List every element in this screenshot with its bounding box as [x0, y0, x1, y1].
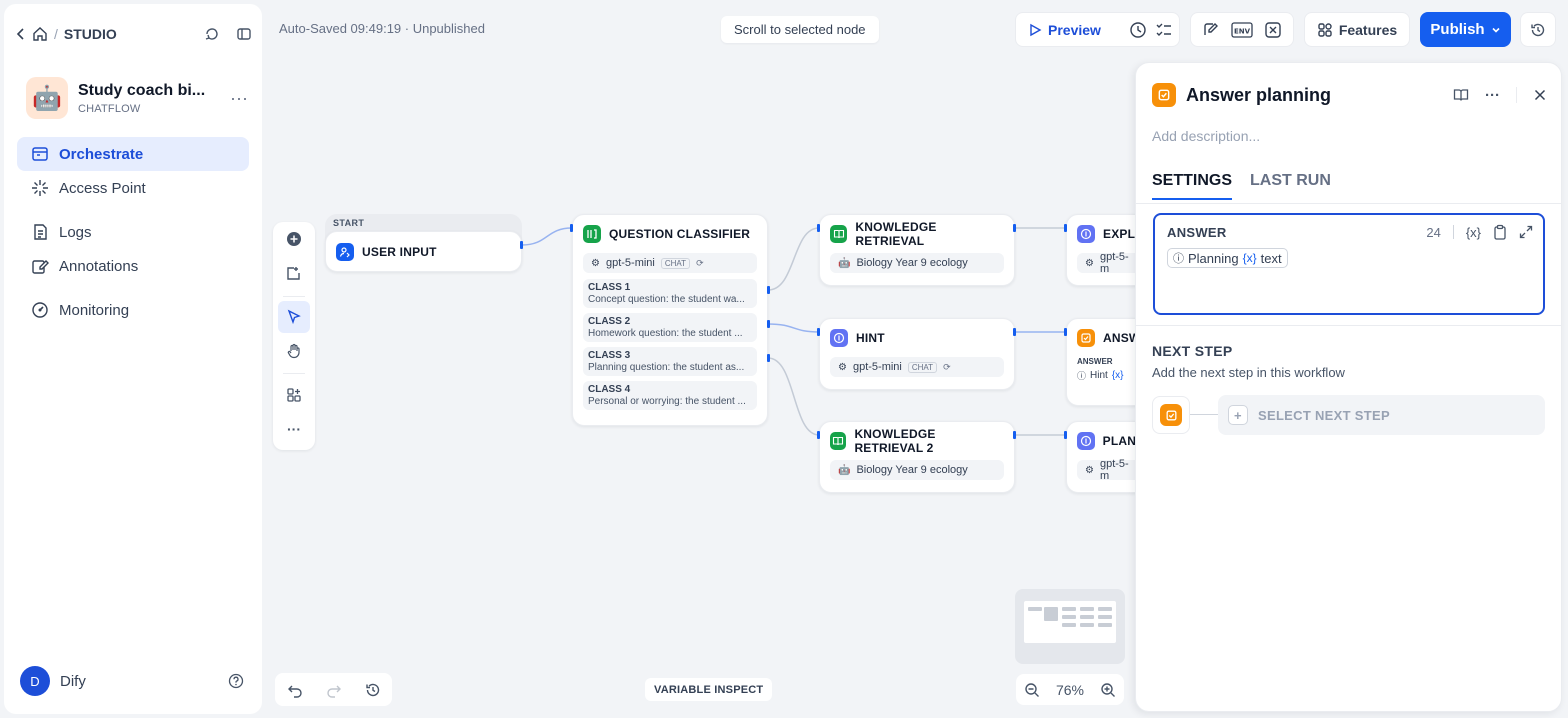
dataset-chip: 🤖 Biology Year 9 ecology [830, 253, 1004, 273]
model-settings-icon: ⟳ [696, 257, 704, 268]
model-name: gpt-5-mini [605, 257, 655, 269]
question-classifier-node[interactable]: QUESTION CLASSIFIER ⚙ gpt-5-mini CHAT ⟳ … [572, 214, 768, 426]
class-item: CLASS 2 Homework question: the student .… [583, 313, 757, 342]
knowledge-retrieval-node[interactable]: KNOWLEDGE RETRIEVAL 🤖 Biology Year 9 eco… [819, 214, 1015, 286]
panel-tabs: SETTINGS LAST RUN [1152, 172, 1331, 200]
plus-icon: + [1228, 405, 1248, 425]
node-title: KNOWLEDGE RETRIEVAL [855, 220, 937, 248]
dataset-chip: 🤖 Biology Year 9 ecology [830, 460, 1004, 480]
llm-icon [1077, 432, 1095, 450]
model-tag: CHAT [660, 257, 691, 269]
model-name: gpt-5-m [1099, 251, 1129, 275]
answer-label: ANSWER [1167, 224, 1227, 240]
select-next-step-button[interactable]: + SELECT NEXT STEP [1218, 395, 1545, 435]
close-icon[interactable] [1533, 88, 1547, 102]
llm-icon: ⓘ [1173, 253, 1184, 265]
history-icon[interactable] [365, 682, 381, 698]
tab-settings[interactable]: SETTINGS [1152, 172, 1233, 200]
variable-node-name: Planning [1188, 250, 1239, 266]
model-chip: ⚙ gpt-5-mini CHAT ⟳ [830, 357, 1004, 377]
answer-editor[interactable]: ANSWER 24 {x} ⓘ Planning {x} text [1153, 213, 1545, 315]
classifier-icon [583, 225, 601, 243]
model-settings-icon: ⟳ [943, 361, 951, 372]
dataset-icon: 🤖 [838, 257, 851, 269]
node-title: HINT [856, 331, 885, 345]
redo-icon[interactable] [326, 682, 342, 698]
node-handle[interactable] [817, 224, 820, 232]
next-step-description: Add the next step in this workflow [1152, 365, 1345, 380]
zoom-control: 76% [1016, 674, 1124, 705]
class-item: CLASS 4 Personal or worrying: the studen… [583, 381, 757, 410]
model-tag: CHAT [907, 361, 938, 373]
minimap-viewport [1024, 601, 1116, 643]
node-handle[interactable] [817, 328, 820, 336]
zoom-level[interactable]: 76% [1056, 682, 1084, 698]
node-handle[interactable] [1013, 431, 1016, 439]
book-open-icon[interactable] [1453, 87, 1469, 103]
class-item: CLASS 1 Concept question: the student wa… [583, 279, 757, 308]
node-title: USER INPUT [362, 245, 437, 259]
node-handle[interactable] [520, 241, 523, 249]
answer-icon [1077, 329, 1095, 347]
zoom-out-icon[interactable] [1024, 682, 1040, 698]
book-icon [830, 432, 847, 450]
openai-icon: ⚙ [591, 257, 600, 269]
start-tag-label: START [333, 218, 365, 228]
undo-redo-bar [275, 673, 392, 706]
node-settings-panel: Answer planning ··· Add description... S… [1135, 62, 1562, 712]
openai-icon: ⚙ [838, 361, 847, 373]
node-title: KNOWLEDGE RETRIEVAL 2 [854, 427, 936, 455]
model-name: gpt-5-m [1099, 458, 1129, 482]
node-handle[interactable] [767, 286, 770, 294]
hint-node[interactable]: HINT ⚙ gpt-5-mini CHAT ⟳ [819, 318, 1015, 390]
user-input-icon [336, 243, 354, 261]
variable-name: text [1260, 250, 1282, 266]
node-title: QUESTION CLASSIFIER [609, 227, 751, 241]
minimap[interactable] [1015, 589, 1125, 664]
dataset-name: Biology Year 9 ecology [856, 464, 968, 476]
user-input-node[interactable]: USER INPUT [325, 231, 522, 272]
panel-title[interactable]: Answer planning [1186, 85, 1331, 106]
insert-variable-icon[interactable]: {x} [1466, 225, 1481, 240]
model-chip: ⚙ gpt-5-mini CHAT ⟳ [583, 253, 757, 273]
model-name: gpt-5-mini [852, 361, 902, 373]
next-step-title: NEXT STEP [1152, 343, 1233, 359]
class-item: CLASS 3 Planning question: the student a… [583, 347, 757, 376]
node-handle[interactable] [1013, 328, 1016, 336]
zoom-in-icon[interactable] [1100, 682, 1116, 698]
description-input[interactable]: Add description... [1152, 128, 1260, 144]
llm-icon [1077, 225, 1095, 243]
dataset-name: Biology Year 9 ecology [856, 257, 968, 269]
current-node-badge [1152, 396, 1190, 434]
undo-icon[interactable] [287, 682, 303, 698]
node-handle[interactable] [1064, 224, 1067, 232]
node-handle[interactable] [1013, 224, 1016, 232]
node-handle[interactable] [570, 224, 573, 232]
llm-icon: ⓘ [1077, 371, 1087, 381]
expand-icon[interactable] [1519, 225, 1533, 239]
openai-icon: ⚙ [1085, 464, 1094, 476]
node-handle[interactable] [767, 320, 770, 328]
panel-header: Answer planning ··· [1152, 83, 1547, 107]
openai-icon: ⚙ [1085, 257, 1094, 269]
more-icon[interactable]: ··· [1485, 87, 1500, 104]
knowledge-retrieval-2-node[interactable]: KNOWLEDGE RETRIEVAL 2 🤖 Biology Year 9 e… [819, 421, 1015, 493]
variable-icon: {x} [1242, 251, 1257, 265]
select-next-step-label: SELECT NEXT STEP [1258, 407, 1390, 423]
dataset-icon: 🤖 [838, 464, 851, 476]
node-handle[interactable] [817, 431, 820, 439]
tab-last-run[interactable]: LAST RUN [1250, 172, 1331, 200]
answer-icon [1160, 404, 1182, 426]
node-handle[interactable] [767, 354, 770, 362]
variable-chip[interactable]: ⓘ Planning {x} text [1167, 248, 1288, 268]
llm-icon [830, 329, 848, 347]
character-count: 24 [1426, 224, 1441, 240]
variable-inspect-button[interactable]: VARIABLE INSPECT [645, 678, 773, 701]
book-icon [830, 225, 848, 243]
answer-icon [1152, 83, 1176, 107]
node-handle[interactable] [1064, 431, 1067, 439]
node-handle[interactable] [1064, 328, 1067, 336]
clipboard-icon[interactable] [1493, 224, 1507, 240]
